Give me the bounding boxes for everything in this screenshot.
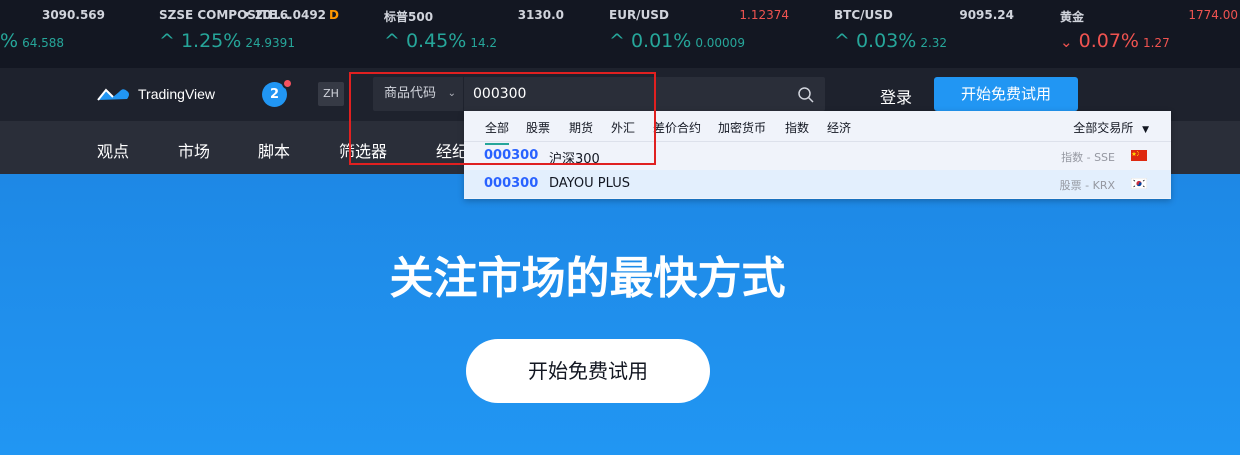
- nav-item-ideas[interactable]: 观点: [97, 138, 129, 162]
- result-type: 股票 - KRX: [1059, 179, 1115, 192]
- exchange-filter[interactable]: 全部交易所 ▼: [1073, 119, 1149, 136]
- arrow-up-icon: ^: [609, 30, 625, 52]
- result-description: DAYOU PLUS: [549, 176, 630, 191]
- notification-dot: [282, 78, 293, 89]
- caret-down-icon: ▼: [1142, 125, 1149, 135]
- ticker-item-sse[interactable]: 3090.569 % 64.588: [0, 0, 105, 68]
- ticker-name: BTC/USD: [834, 8, 893, 22]
- ticker-item-eurusd[interactable]: EUR/USD 1.12374 ^ 0.01% 0.00009: [609, 0, 789, 68]
- search-result-row[interactable]: 000300 DAYOU PLUS 股票 - KRX: [464, 170, 1171, 198]
- tradingview-logo[interactable]: TradingView: [97, 84, 215, 104]
- free-trial-button[interactable]: 开始免费试用: [934, 77, 1078, 111]
- language-switch[interactable]: ZH: [318, 82, 344, 106]
- tab-cfd[interactable]: 差价合约: [653, 119, 701, 136]
- ticker-price: 3130.0: [517, 8, 564, 22]
- logo-text: TradingView: [138, 86, 216, 102]
- ticker-name: 标普500: [384, 10, 434, 24]
- arrow-up-icon: ^: [159, 30, 175, 52]
- nav-item-screener[interactable]: 筛选器: [339, 138, 387, 162]
- nav-item-scripts[interactable]: 脚本: [258, 138, 290, 162]
- search-input[interactable]: [464, 77, 825, 111]
- search-icon[interactable]: [797, 86, 815, 104]
- ticker-price: 1.12374: [739, 8, 789, 22]
- ticker-price: 3090.569: [41, 8, 105, 22]
- result-type: 指数 - SSE: [1061, 151, 1115, 164]
- result-description: 沪深300: [549, 152, 600, 167]
- tab-index[interactable]: 指数: [785, 119, 809, 136]
- tab-crypto[interactable]: 加密货币: [718, 119, 766, 136]
- ticker-price: 1774.00: [1188, 8, 1238, 22]
- arrow-up-icon: ^: [384, 30, 400, 52]
- hero-title: 关注市场的最快方式: [389, 253, 786, 304]
- ticker-price: • 2016.0492 D: [242, 8, 339, 22]
- hero-section: 关注市场的最快方式 开始免费试用: [0, 174, 1240, 455]
- ticker-item-btcusd[interactable]: BTC/USD 9095.24 ^ 0.03% 2.32: [834, 0, 1014, 68]
- ticker-strip: 3090.569 % 64.588 SZSE COMPOSITE... • 201…: [0, 0, 1240, 68]
- login-link[interactable]: 登录: [880, 84, 912, 108]
- result-code: 000300: [484, 148, 539, 163]
- arrow-down-icon: ⌄: [1060, 33, 1073, 51]
- hero-trial-button[interactable]: 开始免费试用: [466, 339, 710, 403]
- ticker-item-gold[interactable]: 黄金 1774.00 ⌄ 0.07% 1.27: [1060, 0, 1238, 68]
- korea-flag-icon: [1131, 178, 1147, 189]
- ticker-change: ^ 1.25% 24.9391: [159, 30, 295, 52]
- ticker-change: ^ 0.03% 2.32: [834, 30, 948, 52]
- tab-forex[interactable]: 外汇: [611, 119, 635, 136]
- ticker-change: % 64.588: [0, 30, 65, 52]
- arrow-up-icon: ^: [834, 30, 850, 52]
- ticker-change: ^ 0.45% 14.2: [384, 30, 498, 52]
- symbol-type-select[interactable]: 商品代码 ⌄: [373, 77, 464, 111]
- result-code: 000300: [484, 176, 539, 191]
- china-flag-icon: [1131, 150, 1147, 161]
- tradingview-logo-icon: [97, 88, 129, 101]
- ticker-name: EUR/USD: [609, 8, 669, 22]
- ticker-price: 9095.24: [959, 8, 1014, 22]
- tab-all[interactable]: 全部: [485, 119, 510, 145]
- ticker-item-spx[interactable]: 标普500 3130.0 ^ 0.45% 14.2: [384, 0, 564, 68]
- tab-stocks[interactable]: 股票: [526, 119, 550, 136]
- ticker-change: ^ 0.01% 0.00009: [609, 30, 745, 52]
- nav-item-markets[interactable]: 市场: [178, 138, 210, 162]
- symbol-type-label: 商品代码: [384, 86, 437, 101]
- ticker-name: 黄金: [1060, 10, 1085, 24]
- search-results-dropdown: 全部 股票 期货 外汇 差价合约 加密货币 指数 经济 全部交易所 ▼ 0003…: [464, 111, 1171, 199]
- ticker-item-szse[interactable]: SZSE COMPOSITE... • 2016.0492 D ^ 1.25% 24…: [159, 0, 339, 68]
- ticker-change: ⌄ 0.07% 1.27: [1060, 30, 1170, 52]
- search-filter-tabs: 全部 股票 期货 外汇 差价合约 加密货币 指数 经济 全部交易所 ▼: [464, 111, 1171, 145]
- tab-futures[interactable]: 期货: [569, 119, 593, 136]
- tab-economy[interactable]: 经济: [827, 119, 851, 136]
- chevron-down-icon: ⌄: [447, 88, 456, 99]
- search-result-row[interactable]: 000300 沪深300 指数 - SSE: [464, 142, 1171, 170]
